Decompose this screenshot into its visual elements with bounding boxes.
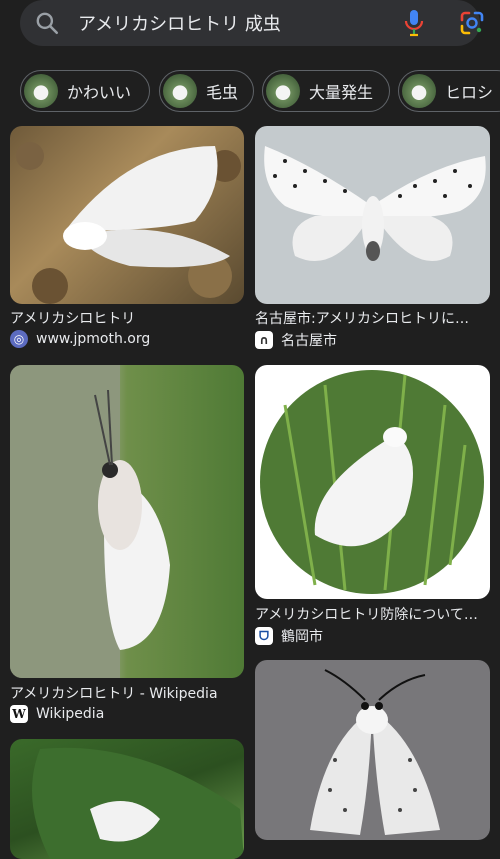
- globe-icon: ◎: [10, 330, 28, 348]
- chip-thumbnail: [266, 74, 300, 108]
- moth-photo: [10, 365, 170, 678]
- result-source[interactable]: ◎ www.jpmoth.org: [10, 330, 150, 348]
- result-source-label: www.jpmoth.org: [36, 331, 151, 347]
- nagoya-logo-icon: ∩: [255, 331, 273, 349]
- chip-tairyou-hassei[interactable]: 大量発生: [262, 70, 390, 112]
- result-source[interactable]: ∩ 名古屋市: [255, 330, 337, 350]
- result-source[interactable]: W Wikipedia: [10, 705, 104, 723]
- moth-photo: [16, 142, 241, 304]
- result-image[interactable]: [255, 365, 490, 599]
- tsuruoka-logo-icon: ᗜ: [255, 627, 273, 645]
- result-image[interactable]: [10, 365, 244, 678]
- moth-photo: [310, 669, 440, 835]
- mic-icon[interactable]: [402, 8, 426, 38]
- result-source-label: 名古屋市: [281, 333, 337, 349]
- chip-thumbnail: [402, 74, 436, 108]
- result-image[interactable]: [255, 660, 490, 840]
- moth-photo: [264, 146, 486, 261]
- chip-label: 毛虫: [206, 83, 239, 102]
- chip-kemushi[interactable]: 毛虫: [159, 70, 254, 112]
- chip-thumbnail: [24, 74, 58, 108]
- wikipedia-icon: W: [10, 705, 28, 723]
- moth-photo: [260, 370, 484, 594]
- search-query[interactable]: アメリカシロヒトリ 成虫: [78, 10, 281, 36]
- result-source[interactable]: ᗜ 鶴岡市: [255, 626, 323, 646]
- chip-label: ヒロシ: [445, 83, 494, 102]
- result-image[interactable]: [10, 739, 244, 859]
- result-source-label: Wikipedia: [36, 706, 105, 722]
- search-icon[interactable]: [34, 10, 60, 36]
- search-bar[interactable]: アメリカシロヒトリ 成虫: [20, 0, 484, 46]
- result-title[interactable]: 名古屋市:アメリカシロヒトリに…: [255, 308, 490, 328]
- suggestion-chips: かわいい 毛虫 大量発生 ヒロシ: [20, 70, 500, 114]
- result-title[interactable]: アメリカシロヒトリ - Wikipedia: [10, 683, 244, 703]
- google-lens-icon[interactable]: [458, 9, 486, 37]
- chip-label: かわいい: [67, 83, 132, 102]
- chip-thumbnail: [163, 74, 197, 108]
- chip-label: 大量発生: [309, 83, 374, 102]
- chip-kawaii[interactable]: かわいい: [20, 70, 150, 112]
- result-title[interactable]: アメリカシロヒトリ防除について…: [255, 604, 490, 624]
- result-image[interactable]: [10, 126, 244, 304]
- result-source-label: 鶴岡市: [281, 629, 323, 645]
- chip-hiroshi[interactable]: ヒロシ: [398, 70, 500, 112]
- result-title[interactable]: アメリカシロヒトリ: [10, 308, 244, 328]
- result-image[interactable]: [255, 126, 490, 304]
- leaf-moth-photo: [32, 747, 244, 859]
